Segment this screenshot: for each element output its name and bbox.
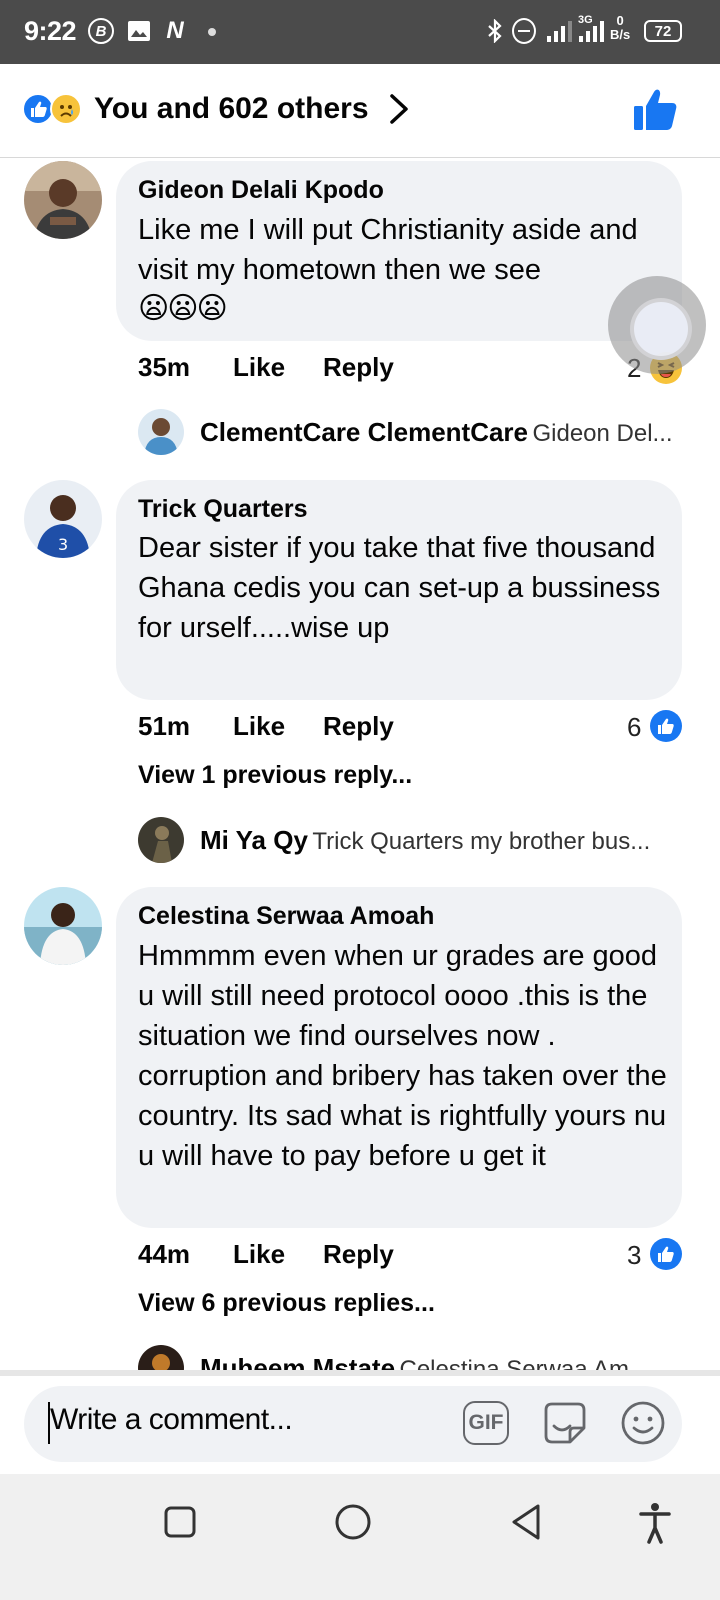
status-bar: 9:22 B N 3G 0 B/s 72	[0, 0, 720, 64]
reply-preview[interactable]: ClementCare ClementCare Gideon Del...	[200, 417, 680, 448]
status-time: 9:22	[24, 16, 77, 46]
reply-comment-button[interactable]: Reply	[323, 711, 394, 742]
avatar[interactable]	[24, 887, 102, 965]
sad-reaction-icon	[50, 93, 82, 125]
reply-avatar[interactable]	[138, 409, 184, 455]
comment-author[interactable]: Celestina Serwaa Amoah	[138, 902, 434, 931]
signal-2-icon	[579, 21, 604, 42]
network-speed: 0 B/s	[610, 14, 630, 42]
comment-emoji: 😦😦😦	[138, 292, 228, 325]
like-reaction-icon[interactable]	[650, 710, 682, 742]
comment-placeholder[interactable]: Write a comment...	[50, 1403, 293, 1437]
speed-unit: B/s	[610, 27, 631, 42]
n-app-icon: N	[166, 17, 184, 44]
comment-text: Like me I will put Christianity aside an…	[138, 214, 638, 286]
view-previous-replies[interactable]: View 6 previous replies...	[138, 1289, 435, 1318]
like-comment-button[interactable]: Like	[233, 352, 285, 383]
reply-author[interactable]: Mi Ya Qy	[200, 825, 308, 855]
reaction-count[interactable]: 3	[627, 1240, 641, 1271]
comment-text: Hmmmm even when ur grades are good u wil…	[138, 940, 667, 1172]
assistive-touch-button[interactable]	[608, 276, 706, 374]
reply-author[interactable]: ClementCare ClementCare	[200, 417, 528, 447]
comment-time: 51m	[138, 711, 191, 741]
reply-snippet: Trick Quarters my brother bus...	[312, 828, 651, 855]
do-not-disturb-icon	[512, 18, 536, 44]
accessibility-icon[interactable]	[633, 1500, 677, 1544]
reaction-count[interactable]: 6	[627, 712, 641, 743]
avatar[interactable]	[24, 161, 102, 239]
reply-preview[interactable]: Mi Ya Qy Trick Quarters my brother bus..…	[200, 825, 680, 856]
reply-comment-button[interactable]: Reply	[323, 1239, 394, 1270]
speed-value: 0	[616, 13, 624, 28]
bluetooth-icon	[484, 18, 506, 44]
like-comment-button[interactable]: Like	[233, 711, 285, 742]
reply-comment-button[interactable]: Reply	[323, 352, 394, 383]
reply-snippet: Gideon Del...	[532, 420, 673, 447]
comment-author[interactable]: Gideon Delali Kpodo	[138, 176, 384, 205]
comment-time: 44m	[138, 1239, 191, 1269]
avatar[interactable]: 3	[24, 480, 102, 558]
comment-text: Dear sister if you take that five thousa…	[138, 532, 661, 644]
gallery-icon	[126, 18, 152, 44]
like-comment-button[interactable]: Like	[233, 1239, 285, 1270]
b-app-icon: B	[88, 18, 114, 44]
notification-dot-icon	[208, 28, 216, 36]
like-reaction-icon[interactable]	[650, 1238, 682, 1270]
view-previous-replies[interactable]: View 1 previous reply...	[138, 761, 412, 790]
battery-level: 72	[654, 22, 672, 40]
like-post-button[interactable]	[630, 86, 680, 134]
svg-text:3: 3	[58, 535, 68, 554]
back-icon[interactable]	[504, 1500, 548, 1544]
emoji-icon[interactable]	[620, 1400, 666, 1446]
recents-icon[interactable]	[158, 1500, 202, 1544]
sticker-icon[interactable]	[540, 1398, 590, 1448]
gif-button[interactable]: GIF	[463, 1401, 509, 1445]
comment-time: 35m	[138, 352, 191, 382]
comment-author[interactable]: Trick Quarters	[138, 495, 308, 524]
home-icon[interactable]	[331, 1500, 375, 1544]
signal-icon	[547, 21, 572, 42]
reply-avatar[interactable]	[138, 817, 184, 863]
reactions-summary[interactable]: You and 602 others	[94, 92, 369, 126]
chevron-right-icon[interactable]	[384, 92, 414, 126]
battery-icon: 72	[644, 20, 682, 42]
